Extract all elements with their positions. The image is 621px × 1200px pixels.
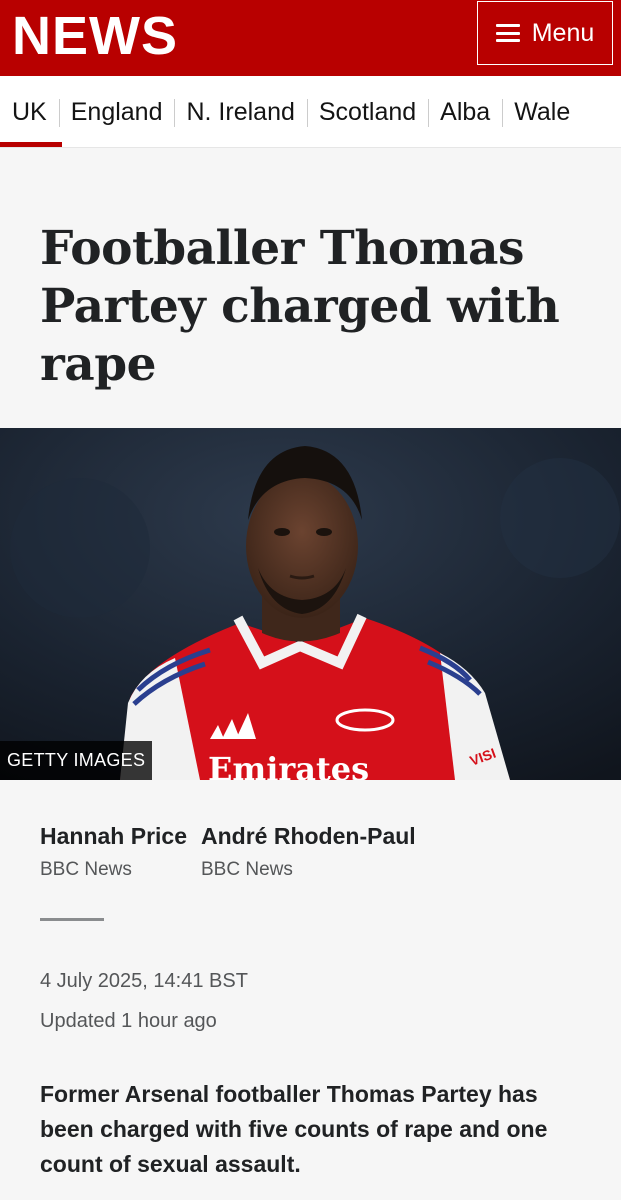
nav-item-england[interactable]: England xyxy=(58,76,175,147)
author-card: André Rhoden-Paul BBC News xyxy=(201,820,416,918)
nav-item-scotland[interactable]: Scotland xyxy=(306,76,428,147)
updated-time: Updated 1 hour ago xyxy=(40,1010,217,1032)
publish-date: 4 July 2025, 14:41 BST xyxy=(40,970,248,992)
article-headline: Footballer Thomas Partey charged with ra… xyxy=(40,221,560,392)
nav-item-alba[interactable]: Alba xyxy=(428,76,502,147)
article-summary: Former Arsenal footballer Thomas Partey … xyxy=(40,1081,548,1177)
top-bar: NEWS Menu xyxy=(0,0,621,76)
nav-item-uk[interactable]: UK xyxy=(0,76,62,147)
shirt-sponsor-text: Emirates xyxy=(208,750,369,780)
author-card: Hannah Price BBC News xyxy=(40,820,187,918)
author-org: BBC News xyxy=(201,859,293,880)
menu-label: Menu xyxy=(531,18,595,47)
headline-section: Footballer Thomas Partey charged with ra… xyxy=(0,148,621,428)
section-nav: UK England N. Ireland Scotland Alba Wale xyxy=(0,76,621,148)
nav-item-n-ireland[interactable]: N. Ireland xyxy=(174,76,306,147)
article-meta: 4 July 2025, 14:41 BST Updated 1 hour ag… xyxy=(0,921,621,1035)
author-name: André Rhoden-Paul xyxy=(201,823,416,849)
author-org: BBC News xyxy=(40,859,132,880)
menu-button[interactable]: Menu xyxy=(477,1,613,65)
news-logo[interactable]: NEWS xyxy=(12,8,178,64)
player-photo: Emirates VISI xyxy=(0,428,621,780)
nav-item-wales[interactable]: Wale xyxy=(502,76,582,147)
hero-image: Emirates VISI GETTY IMAGES xyxy=(0,428,621,780)
author-name: Hannah Price xyxy=(40,823,187,849)
hamburger-icon xyxy=(495,23,520,43)
byline: Hannah Price BBC News André Rhoden-Paul … xyxy=(0,780,621,918)
image-credit: GETTY IMAGES xyxy=(0,741,153,780)
